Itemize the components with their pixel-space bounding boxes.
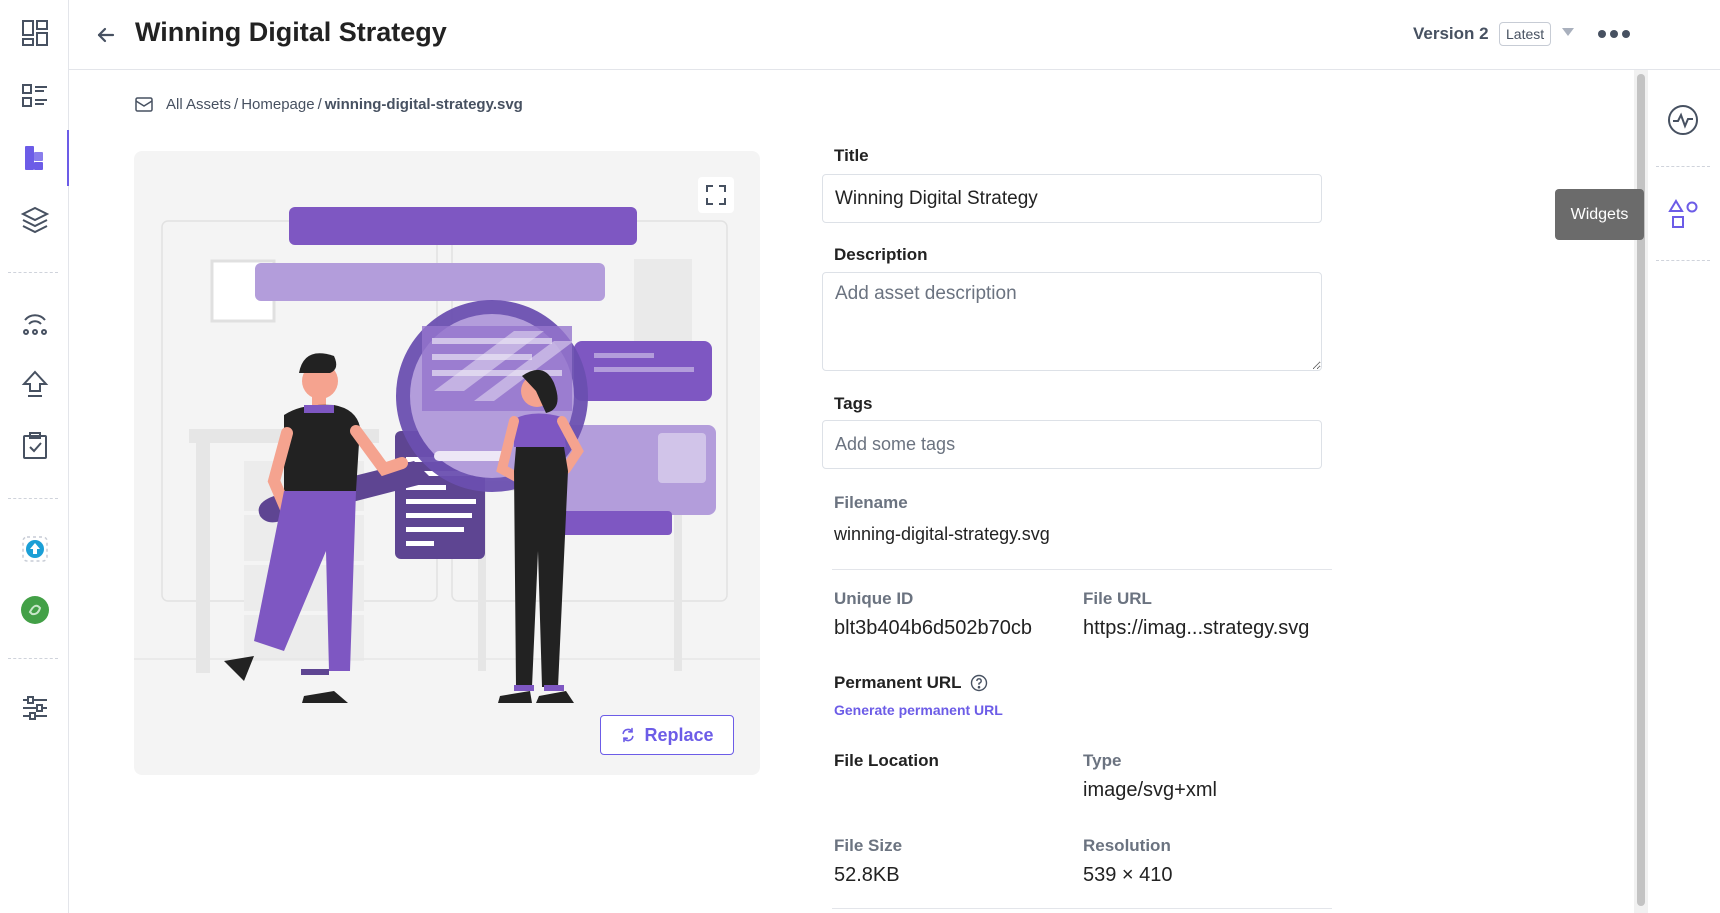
nav-dashboard[interactable] [0,5,69,61]
entries-icon [21,84,47,107]
refresh-icon [622,727,635,743]
tags-label: Tags [834,394,873,413]
nav-upload-app[interactable] [0,521,69,577]
expand-icon [706,185,726,205]
type-label: Type [1083,751,1122,770]
breadcrumb-separator: / [234,95,239,113]
nav-divider [8,658,58,659]
file-size-value: 52.8KB [834,864,900,886]
widgets-tooltip: Widgets [1555,189,1644,240]
nav-assets[interactable] [0,130,69,186]
upload-app-icon [21,536,48,562]
breadcrumb: All Assets / Homepage / winning-digital-… [134,94,523,114]
file-size-label: File Size [834,836,903,855]
divider [832,569,1332,570]
title-label: Title [834,146,869,165]
settings-icon [22,696,47,720]
description-label: Description [834,245,928,264]
file-location-label: File Location [834,751,939,770]
description-textarea[interactable] [822,272,1322,371]
latest-badge: Latest [1499,22,1552,46]
nav-releases[interactable] [0,294,69,350]
file-url-label: File URL [1083,589,1152,608]
generate-permanent-url-link[interactable]: Generate permanent URL [834,702,1003,718]
replace-button[interactable]: Replace [600,715,734,755]
title-input[interactable] [822,174,1322,223]
arrow-left-icon [97,27,115,43]
nav-settings[interactable] [0,680,69,736]
app-icon [20,596,49,624]
divider [832,908,1332,909]
fullscreen-button[interactable] [698,177,734,213]
replace-label: Replace [644,724,714,745]
tasks-icon [22,432,47,459]
nav-stack[interactable] [0,192,69,248]
version-selector[interactable]: Version 2 [1413,24,1489,44]
folder-icon [135,97,153,112]
rail-divider [1656,166,1710,167]
page-title: Winning Digital Strategy [135,17,447,47]
unique-id-label: Unique ID [834,589,914,608]
asset-preview: Replace [134,151,760,775]
permanent-url-label: Permanent URL [834,673,962,692]
resolution-label: Resolution [1083,836,1171,855]
file-url-value[interactable]: https://imag...strategy.svg [1083,617,1322,640]
nav-tasks[interactable] [0,418,69,474]
tags-input[interactable] [822,420,1322,469]
resolution-value: 539 × 410 [1083,864,1173,886]
left-nav [0,0,69,913]
asset-illustration [134,207,760,703]
nav-entries[interactable] [0,68,69,124]
unique-id-value: blt3b404b6d502b70cb [834,617,1032,639]
dashboard-icon [21,20,48,46]
activity-button[interactable] [1656,92,1710,148]
filename-label: Filename [834,493,908,512]
releases-icon [22,314,47,335]
nav-divider [8,272,58,273]
rail-divider [1656,260,1710,261]
right-rail [1656,70,1720,913]
help-icon[interactable] [970,674,988,692]
more-options-button[interactable] [1598,24,1634,44]
breadcrumb-all-assets[interactable]: All Assets [166,96,231,113]
activity-icon [1668,105,1698,135]
assets-icon [24,146,43,170]
widgets-button[interactable] [1656,186,1710,242]
filename-value: winning-digital-strategy.svg [834,524,1050,544]
nav-publish[interactable] [0,356,69,412]
caret-down-icon[interactable] [1562,28,1574,36]
breadcrumb-current: winning-digital-strategy.svg [324,95,523,113]
type-value: image/svg+xml [1083,779,1217,801]
stack-icon [20,206,49,234]
publish-icon [21,370,48,397]
nav-divider [8,498,58,499]
back-button[interactable] [93,22,119,48]
breadcrumb-homepage[interactable]: Homepage [241,96,314,113]
nav-app[interactable] [0,582,69,638]
breadcrumb-separator: / [317,95,322,113]
widgets-icon [1668,199,1698,228]
